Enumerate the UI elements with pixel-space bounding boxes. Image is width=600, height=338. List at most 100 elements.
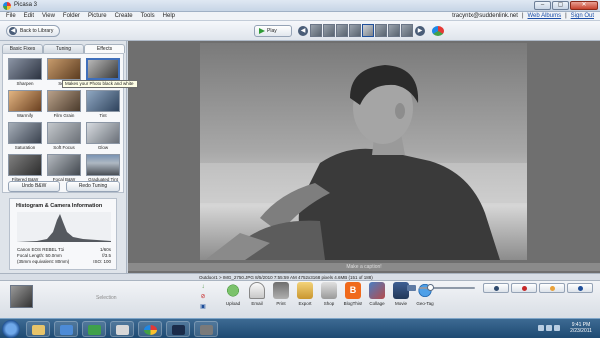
taskbar-picasa[interactable] [138,321,162,337]
back-to-library-button[interactable]: ◀ Back to Library [6,25,60,37]
print-button[interactable]: Print [271,282,291,306]
effect-tint[interactable]: Tint [86,90,120,118]
next-photo-button[interactable]: ▶ [415,26,425,36]
close-button[interactable]: ✕ [570,1,598,10]
menu-view[interactable]: View [42,13,55,19]
email-button[interactable]: Email [247,282,267,306]
web-albums-link[interactable]: Web Albums [528,13,562,19]
tray-icon[interactable] [546,325,552,331]
account-links: tracyntx@suddenlink.net | Web Albums | S… [452,13,594,19]
shop-button[interactable]: Shop [319,282,339,306]
menu-file[interactable]: File [6,13,16,19]
taskbar-ie[interactable] [82,321,106,337]
add-to-album-icon[interactable]: ▣ [199,303,207,311]
menu-help[interactable]: Help [163,13,175,19]
export-button[interactable]: Export [295,282,315,306]
filmstrip-thumb[interactable] [323,24,335,37]
previous-photo-button[interactable]: ◀ [298,26,308,36]
people-button[interactable] [483,283,509,293]
effect-warmify[interactable]: Warmify [8,90,42,118]
taskbar-app[interactable] [194,321,218,337]
tray-thumbnail[interactable] [10,285,33,308]
clear-icon[interactable]: ⊘ [199,293,207,301]
filmstrip-thumb[interactable] [349,24,361,37]
window-title: Picasa 3 [14,2,38,8]
photo-viewer: Make a caption! [128,41,600,273]
effect-label: Saturation [14,145,36,150]
effect-preview [86,154,120,176]
photo[interactable] [200,43,527,260]
shop-icon [321,282,337,299]
sign-out-link[interactable]: Sign Out [571,13,594,19]
effect-focal-bw[interactable]: Focal B&W [47,154,81,182]
play-slideshow-button[interactable]: Play [254,25,292,37]
effect-preview [86,90,120,112]
collage-icon [369,282,385,299]
windows-taskbar: 9:41 PM 2/23/2011 [0,318,600,338]
effect-soft-focus[interactable]: Soft Focus [47,122,81,150]
upload-label: Upload [225,301,241,306]
effect-graduated-tint[interactable]: Graduated Tint [86,154,120,182]
system-clock[interactable]: 9:41 PM 2/23/2011 [566,322,596,334]
filmstrip-thumb-selected[interactable] [362,24,374,37]
filmstrip-thumb[interactable] [388,24,400,37]
hold-icon[interactable]: ↓ [199,283,207,291]
slider-knob[interactable] [427,284,434,291]
taskbar-media[interactable] [54,321,78,337]
taskbar-photoshop[interactable] [166,321,190,337]
effect-saturation[interactable]: Saturation [8,122,42,150]
taskbar-notes[interactable] [110,321,134,337]
minimize-button[interactable]: – [534,1,551,10]
edit-tabs: Basic Fixes Tuning Effects [2,44,125,53]
collage-button[interactable]: Collage [367,282,387,306]
effect-film-grain[interactable]: Film Grain [47,90,81,118]
tags-button[interactable] [539,283,565,293]
camera-row: (35mm equivalent: 80mm) ISO: 100 [17,259,111,265]
effects-grid: Sharpen Sepia B&W Warmify Film Grain Tin… [2,53,124,193]
menu-folder[interactable]: Folder [63,13,80,19]
places-button[interactable] [511,283,537,293]
filmstrip-thumb[interactable] [401,24,413,37]
effect-glow[interactable]: Glow [86,122,120,150]
tray-icon[interactable] [554,325,560,331]
menu-tools[interactable]: Tools [141,13,155,19]
properties-button[interactable] [567,283,593,293]
filmstrip-thumb[interactable] [310,24,322,37]
thumbnail-size-slider[interactable] [407,284,477,292]
start-button[interactable] [2,320,20,338]
tab-tuning[interactable]: Tuning [43,44,84,53]
upload-button[interactable]: Upload [223,282,243,306]
redo-button[interactable]: Redo Tuning [66,181,120,192]
email-label: Email [251,301,263,306]
effect-filtered-bw[interactable]: Filtered B&W [8,154,42,182]
menu-picture[interactable]: Picture [88,13,107,19]
back-to-library-label: Back to Library [20,28,54,34]
filmstrip-thumb[interactable] [375,24,387,37]
taskbar-explorer[interactable] [26,321,50,337]
menu-edit[interactable]: Edit [24,13,34,19]
undo-button[interactable]: Undo B&W [8,181,60,192]
menu-items: File Edit View Folder Picture Create Too… [6,13,175,19]
maximize-button[interactable]: ▢ [552,1,569,10]
tray-side-icons: ↓ ⊘ ▣ [199,283,208,313]
effect-preview [86,58,120,80]
thumbnail-size-icon [407,285,416,291]
status-bar: Outdoor1 > IMG_2750.JPG 8/5/2010 7:55:59… [0,273,600,281]
tab-basic-fixes[interactable]: Basic Fixes [2,44,43,53]
print-label: Print [276,301,286,306]
caption-input[interactable]: Make a caption! [128,263,600,271]
photoshop-icon [172,325,185,335]
menu-create[interactable]: Create [115,13,133,19]
browser-icon [88,325,101,335]
tab-effects[interactable]: Effects [84,44,125,53]
filmstrip [310,24,413,37]
blogger-icon: B [345,282,361,299]
blogthis-button[interactable]: B BlogThis! [343,282,363,306]
effect-sharpen[interactable]: Sharpen [8,58,42,86]
bw-tooltip: Makes your Photo black and white [62,80,138,88]
selection-label: Selection [96,295,117,301]
tray-icon[interactable] [538,325,544,331]
picasa-color-icon[interactable] [432,26,444,36]
filmstrip-thumb[interactable] [336,24,348,37]
menu-bar: File Edit View Folder Picture Create Too… [0,12,600,21]
